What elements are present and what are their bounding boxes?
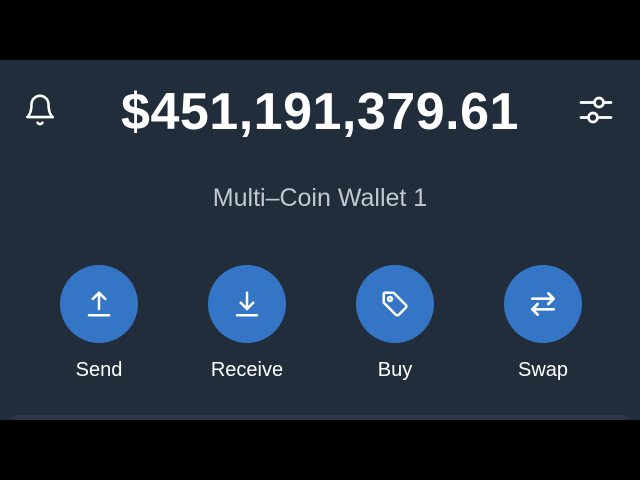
manage-assets-button[interactable]: [574, 88, 618, 132]
send-button[interactable]: Send: [39, 265, 159, 382]
send-circle[interactable]: [60, 265, 138, 343]
download-arrow-icon: [235, 291, 259, 317]
send-label: Send: [75, 359, 123, 381]
buy-label: Buy: [377, 359, 413, 381]
swap-label: Swap: [517, 359, 569, 381]
receive-button[interactable]: Receive: [187, 265, 307, 382]
total-balance: $451,191,379.61: [121, 83, 519, 141]
price-tag-icon: [382, 291, 408, 317]
sliders-icon: [579, 96, 613, 124]
wallet-screen: $451,191,379.61 Multi–Coin Wallet 1 Send: [0, 60, 640, 420]
swap-arrows-icon: [531, 292, 555, 316]
swap-circle[interactable]: [504, 265, 582, 343]
wallet-name[interactable]: Multi–Coin Wallet 1: [0, 184, 640, 213]
receive-label: Receive: [210, 359, 284, 381]
buy-circle[interactable]: [356, 265, 434, 343]
assets-panel-edge: [8, 415, 632, 420]
upload-arrow-icon: [87, 291, 111, 317]
swap-button[interactable]: Swap: [483, 265, 603, 382]
buy-button[interactable]: Buy: [335, 265, 455, 382]
receive-circle[interactable]: [208, 265, 286, 343]
